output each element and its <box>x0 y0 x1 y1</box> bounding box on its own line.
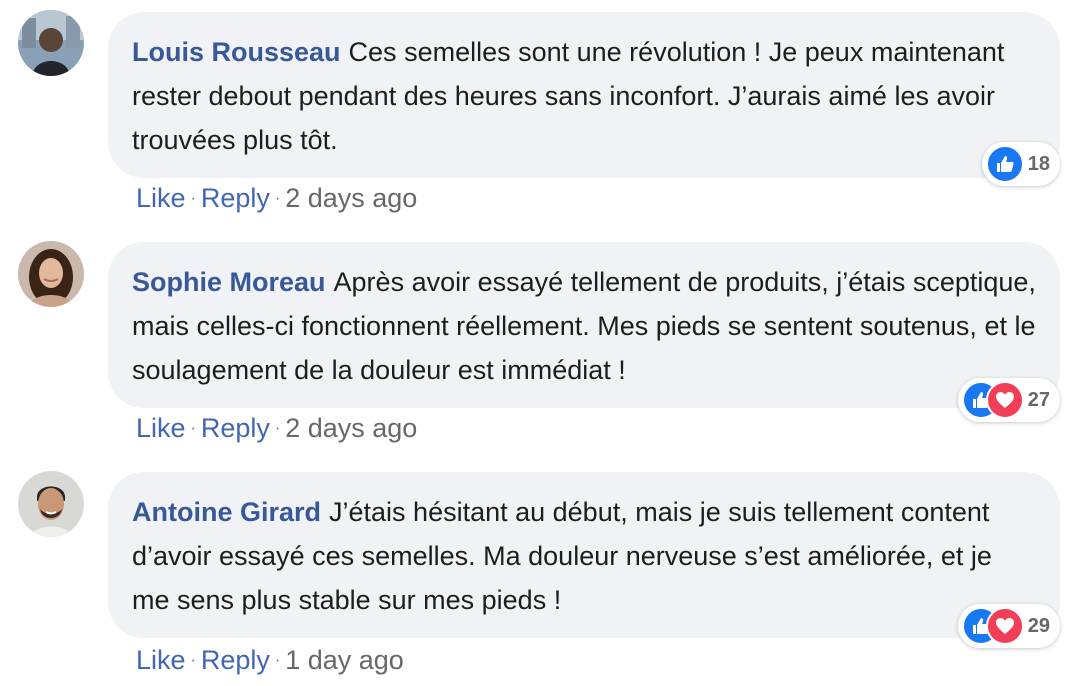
separator: · <box>190 190 196 207</box>
comment-body: Louis Rousseau Ces semelles sont une révo… <box>132 30 1036 162</box>
reaction-count: 27 <box>1027 388 1050 411</box>
comment-author[interactable]: Sophie Moreau <box>132 267 326 297</box>
love-icon <box>985 607 1024 645</box>
reply-button[interactable]: Reply <box>201 183 270 213</box>
reaction-summary[interactable]: 18 <box>981 142 1060 186</box>
comment: Sophie Moreau Après avoir essayé tellemen… <box>0 230 1080 460</box>
comment: Antoine Girard J’étais hésitant au début,… <box>0 460 1080 686</box>
comment-actions: Like · Reply · 1 day ago <box>136 644 404 677</box>
avatar[interactable] <box>18 471 84 537</box>
like-button[interactable]: Like <box>136 183 186 213</box>
separator: · <box>190 652 196 669</box>
comment-author[interactable]: Louis Rousseau <box>132 37 341 67</box>
comment-actions: Like · Reply · 2 days ago <box>136 182 417 215</box>
reaction-summary[interactable]: 29 <box>957 604 1060 648</box>
comment: Louis Rousseau Ces semelles sont une révo… <box>0 0 1080 230</box>
separator: · <box>274 420 281 437</box>
reply-button[interactable]: Reply <box>201 413 270 443</box>
reaction-count: 29 <box>1027 614 1050 637</box>
separator: · <box>190 420 196 437</box>
comment-bubble: Louis Rousseau Ces semelles sont une révo… <box>108 12 1060 186</box>
comment-timestamp[interactable]: 2 days ago <box>285 183 417 213</box>
reaction-summary[interactable]: 27 <box>957 378 1060 422</box>
comment-bubble: Antoine Girard J’étais hésitant au début,… <box>108 472 1060 648</box>
comment-timestamp[interactable]: 2 days ago <box>285 413 417 443</box>
like-button[interactable]: Like <box>136 413 186 443</box>
like-icon <box>985 145 1024 183</box>
love-icon <box>985 381 1024 419</box>
comment-actions: Like · Reply · 2 days ago <box>136 412 417 445</box>
separator: · <box>274 652 281 669</box>
avatar[interactable] <box>18 10 84 76</box>
comment-body: Antoine Girard J’étais hésitant au début,… <box>132 490 1036 622</box>
like-button[interactable]: Like <box>136 645 186 675</box>
comment-author[interactable]: Antoine Girard <box>132 497 321 527</box>
comment-timestamp[interactable]: 1 day ago <box>285 645 404 675</box>
reaction-count: 18 <box>1027 152 1050 175</box>
separator: · <box>274 190 281 207</box>
reply-button[interactable]: Reply <box>201 645 270 675</box>
comment-body: Sophie Moreau Après avoir essayé tellemen… <box>132 260 1036 392</box>
comment-list: Louis Rousseau Ces semelles sont une révo… <box>0 0 1080 686</box>
comment-bubble: Sophie Moreau Après avoir essayé tellemen… <box>108 242 1060 422</box>
avatar[interactable] <box>18 241 84 307</box>
